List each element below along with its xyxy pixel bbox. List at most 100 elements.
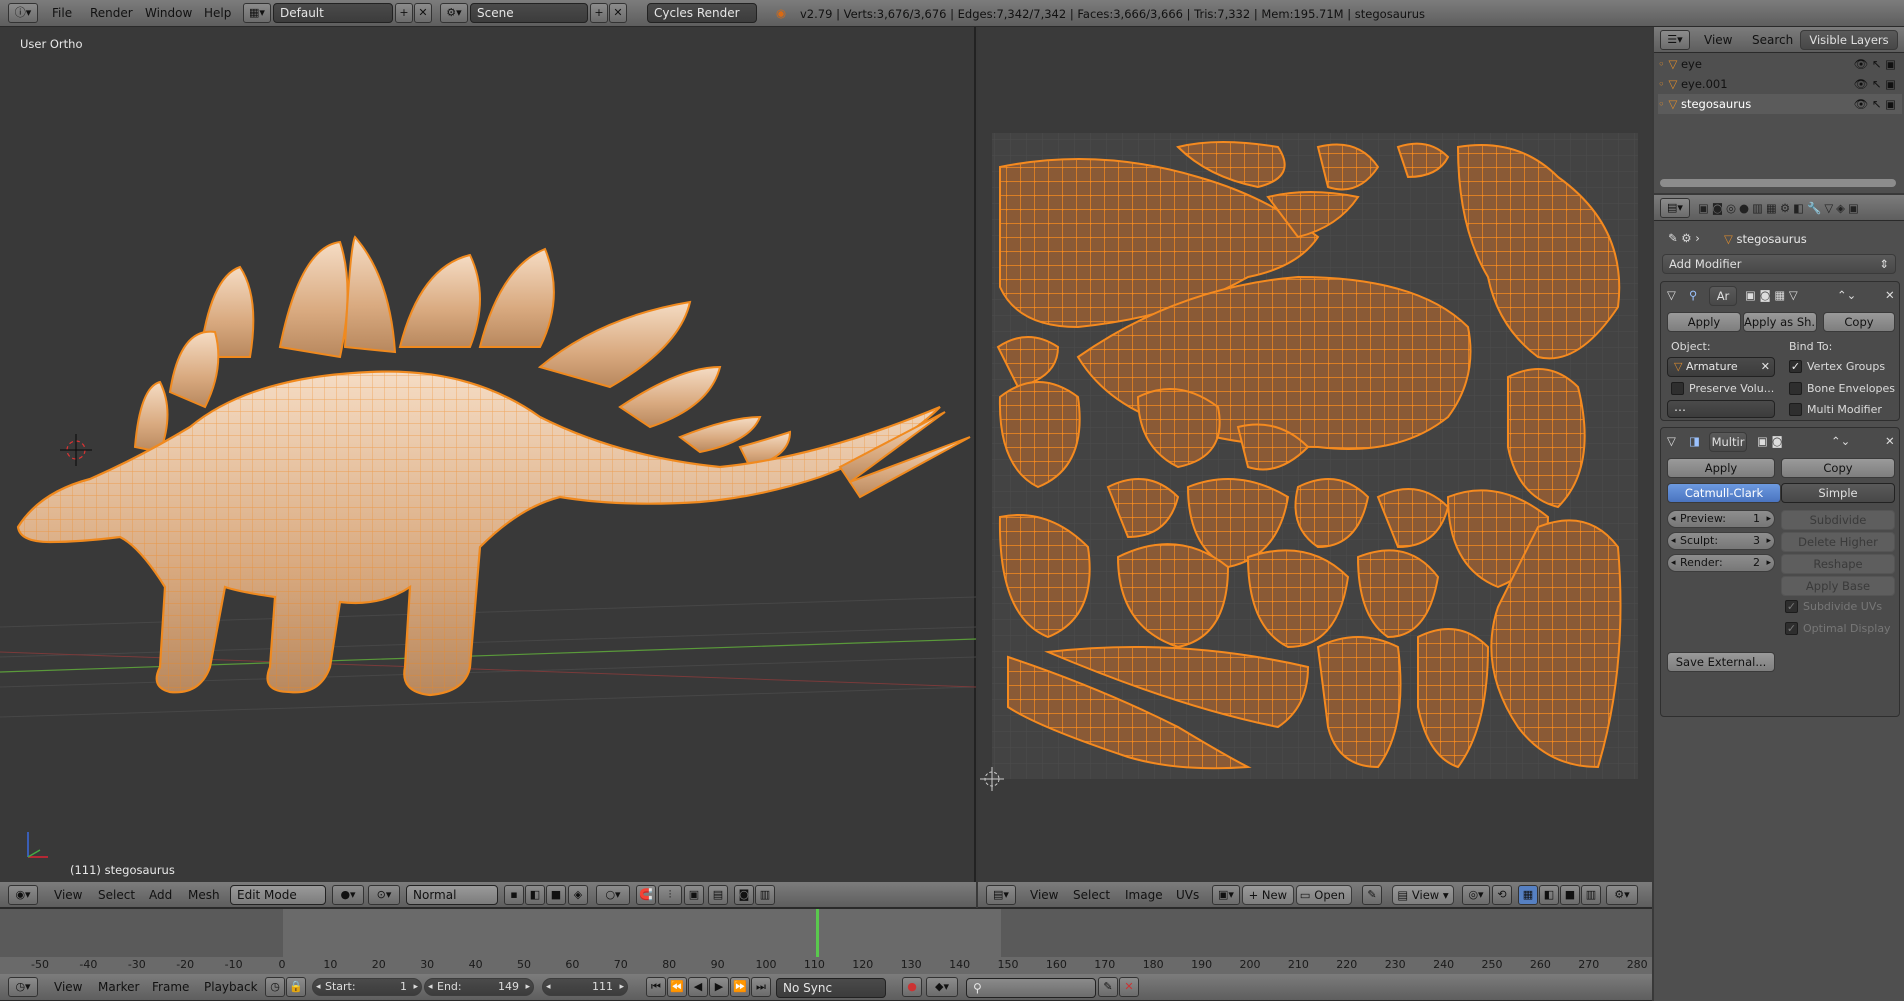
add-scene-icon[interactable]: + bbox=[590, 3, 608, 23]
outliner-display-mode[interactable]: Visible Layers bbox=[1800, 30, 1898, 50]
menu-help[interactable]: Help bbox=[204, 0, 231, 26]
occlude-icon[interactable]: ◈ bbox=[568, 885, 588, 905]
preserve-volume-checkbox[interactable] bbox=[1671, 382, 1684, 395]
preview-levels-field[interactable]: Preview: 1 bbox=[1667, 510, 1775, 528]
timeline-type-icon[interactable]: ◷▾ bbox=[8, 977, 38, 997]
timeline-menu-playback[interactable]: Playback bbox=[204, 974, 258, 1000]
jump-end-icon[interactable]: ⏭ bbox=[751, 977, 771, 997]
outliner-item-stegosaurus[interactable]: ◦ ▽ stegosaurus 👁 ↖ ▣ bbox=[1658, 94, 1902, 114]
armature-copy-button[interactable]: Copy bbox=[1823, 312, 1895, 332]
keying-set-field[interactable]: ⚲ bbox=[966, 978, 1096, 998]
snap-element-icon[interactable]: ⫶ bbox=[658, 885, 682, 905]
play-reverse-icon[interactable]: ◀ bbox=[688, 977, 708, 997]
armature-toggles-icon[interactable]: ▣ ◙ ▦ ▽ bbox=[1745, 288, 1798, 302]
save-external-button[interactable]: Save External... bbox=[1667, 652, 1775, 672]
menu-select-uv[interactable]: Select bbox=[1073, 882, 1110, 908]
remove-armature-icon[interactable]: ✕ bbox=[1885, 288, 1895, 302]
subdivide-uvs-checkbox[interactable]: ✓ bbox=[1785, 600, 1798, 613]
orientation-select[interactable]: Normal bbox=[406, 885, 498, 905]
remove-multires-icon[interactable]: ✕ bbox=[1885, 434, 1895, 448]
keying-set-icon[interactable]: ◆▾ bbox=[926, 977, 958, 997]
remove-layout-icon[interactable]: ✕ bbox=[414, 3, 432, 23]
vertex-group-field[interactable]: ⋯ bbox=[1667, 400, 1775, 418]
uv-island-icon[interactable]: ▥ bbox=[1581, 885, 1601, 905]
outliner-item-eye[interactable]: ◦ ▽ eye 👁 ↖ ▣ bbox=[1658, 54, 1902, 74]
lock-icon[interactable]: 🔒 bbox=[286, 977, 306, 997]
catmull-clark-button[interactable]: Catmull-Clark bbox=[1667, 483, 1781, 503]
editor-type-icon[interactable]: ◉▾ bbox=[8, 885, 38, 905]
menu-select-3d[interactable]: Select bbox=[98, 882, 135, 908]
timeline-menu-marker[interactable]: Marker bbox=[98, 974, 139, 1000]
record-icon[interactable]: ● bbox=[902, 977, 922, 997]
menu-image-uv[interactable]: Image bbox=[1125, 882, 1163, 908]
layout-icon[interactable]: ▦▾ bbox=[243, 3, 271, 23]
optimal-display-checkbox[interactable]: ✓ bbox=[1785, 622, 1798, 635]
uv-vertex-icon[interactable]: ▦ bbox=[1518, 885, 1538, 905]
image-browse-icon[interactable]: ▣▾ bbox=[1212, 885, 1240, 905]
camera-icon[interactable]: ◙ bbox=[734, 885, 754, 905]
move-up-down-icon[interactable]: ⌃⌄ bbox=[1837, 288, 1856, 302]
multires-mod-name[interactable]: Multir bbox=[1709, 432, 1747, 452]
viewport-3d[interactable]: User Ortho (111) stegosaurus bbox=[0, 27, 976, 882]
uv-layout[interactable] bbox=[978, 27, 1652, 882]
uv-sync-icon[interactable]: ⟲ bbox=[1492, 885, 1512, 905]
pin-icon[interactable]: ✎ bbox=[1362, 885, 1382, 905]
remove-scene-icon[interactable]: ✕ bbox=[609, 3, 627, 23]
face-select-icon[interactable]: ■ bbox=[546, 885, 566, 905]
pin-context-icon[interactable]: ✎ ⚙ › bbox=[1668, 231, 1700, 245]
uv-editor[interactable] bbox=[978, 27, 1652, 882]
timeline-menu-frame[interactable]: Frame bbox=[152, 974, 189, 1000]
new-image-button[interactable]: + New bbox=[1242, 885, 1294, 905]
delete-keyframe-icon[interactable]: ✕ bbox=[1119, 977, 1139, 997]
bone-envelopes-checkbox[interactable] bbox=[1789, 382, 1802, 395]
jump-start-icon[interactable]: ⏮ bbox=[646, 977, 666, 997]
play-icon[interactable]: ▶ bbox=[709, 977, 729, 997]
armature-object-field[interactable]: ▽ Armature ✕ bbox=[1667, 357, 1775, 377]
reshape-button[interactable]: Reshape bbox=[1781, 554, 1895, 574]
vertex-select-icon[interactable]: ▪ bbox=[504, 885, 524, 905]
snap-target-icon[interactable]: ▣ bbox=[684, 885, 704, 905]
prev-keyframe-icon[interactable]: ⏪ bbox=[667, 977, 687, 997]
multi-modifier-checkbox[interactable] bbox=[1789, 403, 1802, 416]
add-layout-icon[interactable]: + bbox=[395, 3, 413, 23]
uv-face-icon[interactable]: ■ bbox=[1560, 885, 1580, 905]
outliner-item-eye001[interactable]: ◦ ▽ eye.001 👁 ↖ ▣ bbox=[1658, 74, 1902, 94]
pivot-icon[interactable]: ⊙▾ bbox=[368, 885, 400, 905]
stegosaurus-mesh[interactable] bbox=[0, 27, 976, 882]
playhead[interactable] bbox=[816, 909, 819, 957]
menu-view-3d[interactable]: View bbox=[54, 882, 82, 908]
uv-view-select[interactable]: ▤ View ▾ bbox=[1392, 885, 1454, 905]
menu-render[interactable]: Render bbox=[90, 0, 133, 26]
scene-field[interactable]: Scene bbox=[470, 3, 588, 23]
uv-edge-icon[interactable]: ◧ bbox=[1539, 885, 1559, 905]
uv-pivot-icon[interactable]: ◎▾ bbox=[1462, 885, 1490, 905]
end-frame-field[interactable]: End: 149 bbox=[424, 978, 534, 996]
sync-mode-select[interactable]: No Sync bbox=[776, 978, 886, 998]
outliner-type-icon[interactable]: ☰▾ bbox=[1660, 30, 1690, 50]
info-editor-icon[interactable]: ⓘ▾ bbox=[8, 3, 38, 23]
outliner-menu-search[interactable]: Search bbox=[1752, 27, 1793, 53]
multires-apply-button[interactable]: Apply bbox=[1667, 458, 1775, 478]
shading-icon[interactable]: ●▾ bbox=[332, 885, 364, 905]
open-image-button[interactable]: ▭ Open bbox=[1296, 885, 1352, 905]
snap-icon[interactable]: 🧲 bbox=[636, 885, 656, 905]
multires-copy-button[interactable]: Copy bbox=[1781, 458, 1895, 478]
menu-window[interactable]: Window bbox=[145, 0, 192, 26]
simple-button[interactable]: Simple bbox=[1781, 483, 1895, 503]
scene-icon[interactable]: ⚙▾ bbox=[440, 3, 468, 23]
collapse-multires-icon[interactable]: ▽ bbox=[1667, 434, 1676, 448]
outliner-menu-view[interactable]: View bbox=[1704, 27, 1732, 53]
multires-move-icon[interactable]: ⌃⌄ bbox=[1831, 434, 1850, 448]
outliner-scrollbar[interactable] bbox=[1660, 179, 1896, 187]
proportional-icon[interactable]: ○▾ bbox=[596, 885, 630, 905]
render-anim-icon[interactable]: ▥ bbox=[755, 885, 775, 905]
subdivide-button[interactable]: Subdivide bbox=[1781, 510, 1895, 530]
multires-toggles-icon[interactable]: ▣ ◙ bbox=[1757, 434, 1783, 448]
menu-view-uv[interactable]: View bbox=[1030, 882, 1058, 908]
menu-uvs[interactable]: UVs bbox=[1176, 882, 1199, 908]
add-modifier-button[interactable]: Add Modifier ⇕ bbox=[1662, 254, 1896, 274]
timeline-menu-view[interactable]: View bbox=[54, 974, 82, 1000]
insert-keyframe-icon[interactable]: ✎ bbox=[1098, 977, 1118, 997]
preview-range-icon[interactable]: ◷ bbox=[265, 977, 285, 997]
uv-sticky-icon[interactable]: ⚙▾ bbox=[1606, 885, 1638, 905]
